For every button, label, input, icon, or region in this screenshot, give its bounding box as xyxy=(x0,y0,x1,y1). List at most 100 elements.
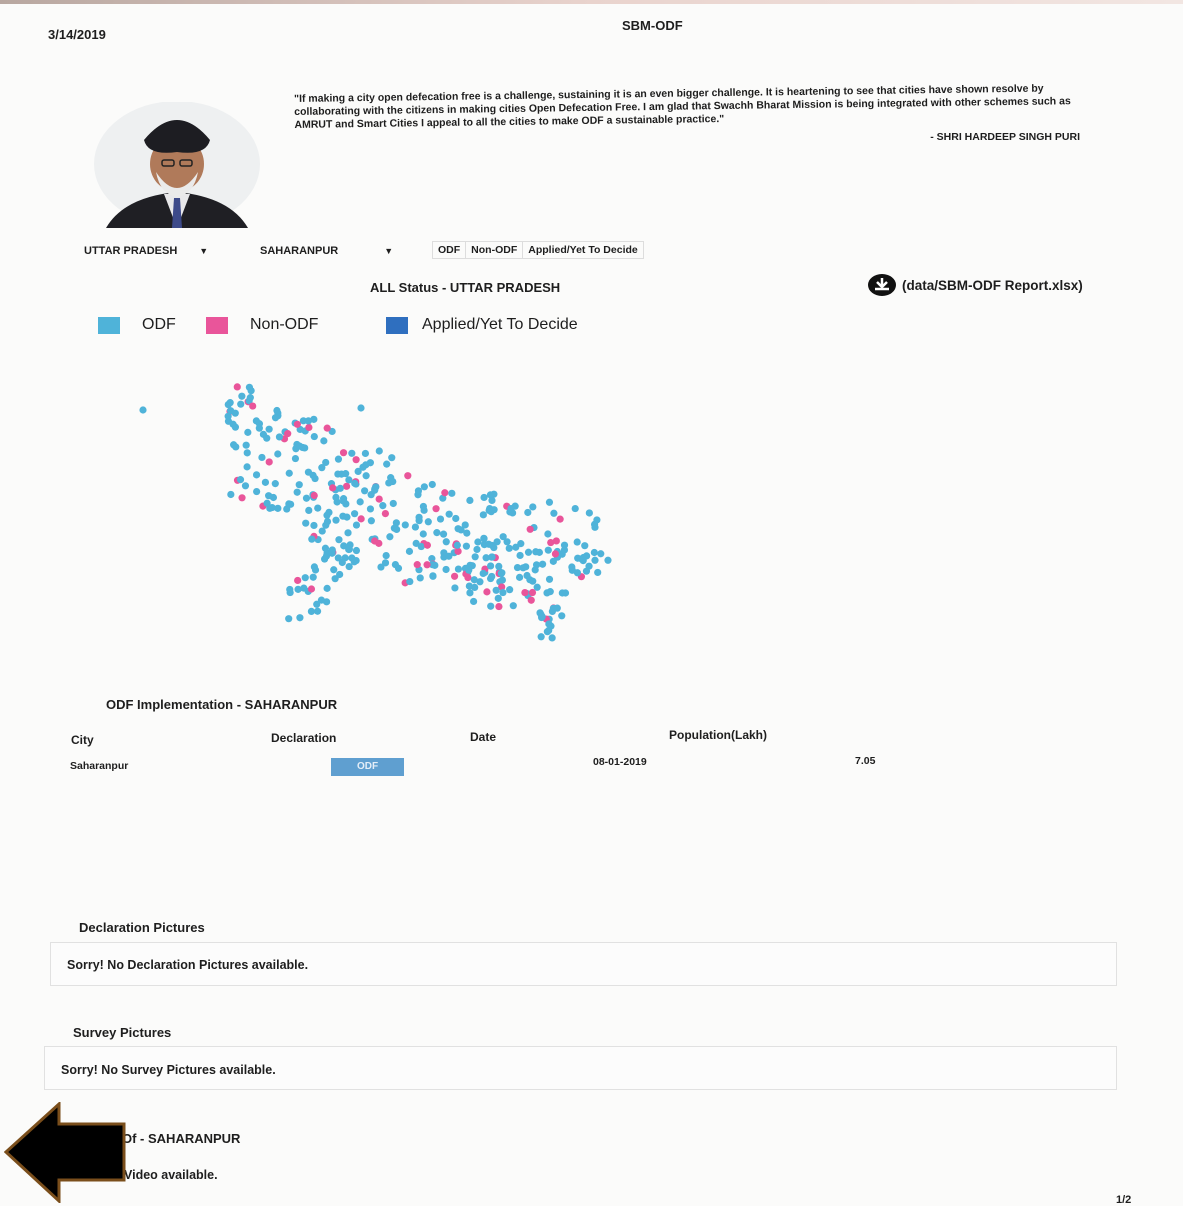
city-marker[interactable] xyxy=(442,538,450,546)
city-marker[interactable] xyxy=(546,588,554,596)
city-marker[interactable] xyxy=(441,489,449,497)
city-marker[interactable] xyxy=(461,521,469,529)
city-marker[interactable] xyxy=(547,538,555,547)
city-marker[interactable] xyxy=(471,583,479,592)
city-marker[interactable] xyxy=(448,489,456,497)
city-marker[interactable] xyxy=(226,399,234,407)
city-marker[interactable] xyxy=(313,607,322,615)
city-marker[interactable] xyxy=(503,538,511,546)
city-marker[interactable] xyxy=(414,487,423,495)
city-marker[interactable] xyxy=(366,459,374,467)
city-marker[interactable] xyxy=(237,400,245,408)
city-marker[interactable] xyxy=(487,602,495,610)
city-marker[interactable] xyxy=(521,588,529,597)
city-marker[interactable] xyxy=(300,584,308,592)
city-marker[interactable] xyxy=(473,545,481,554)
city-marker[interactable] xyxy=(334,554,342,562)
city-marker[interactable] xyxy=(291,454,300,463)
city-marker[interactable] xyxy=(227,490,235,499)
city-marker[interactable] xyxy=(351,479,359,487)
city-marker[interactable] xyxy=(450,572,459,580)
city-marker[interactable] xyxy=(325,508,333,516)
city-marker[interactable] xyxy=(263,434,271,442)
city-marker[interactable] xyxy=(526,525,534,533)
city-marker[interactable] xyxy=(308,535,316,543)
city-marker[interactable] xyxy=(310,491,318,500)
city-marker[interactable] xyxy=(231,423,240,431)
city-marker[interactable] xyxy=(379,502,387,510)
city-marker[interactable] xyxy=(305,423,313,431)
city-marker[interactable] xyxy=(544,530,552,538)
city-marker[interactable] xyxy=(336,484,344,492)
city-marker[interactable] xyxy=(556,515,564,523)
city-marker[interactable] xyxy=(382,551,390,560)
back-arrow-icon[interactable] xyxy=(4,1102,126,1203)
city-marker[interactable] xyxy=(591,556,599,564)
city-marker[interactable] xyxy=(553,604,561,612)
city-marker[interactable] xyxy=(440,549,448,557)
city-marker[interactable] xyxy=(432,505,440,513)
city-marker[interactable] xyxy=(339,449,348,457)
city-marker[interactable] xyxy=(550,509,558,517)
city-marker[interactable] xyxy=(310,432,318,441)
download-report-link[interactable]: (data/SBM-ODF Report.xlsx) xyxy=(868,274,1083,296)
city-marker[interactable] xyxy=(253,487,261,496)
city-marker[interactable] xyxy=(273,406,281,415)
city-marker[interactable] xyxy=(420,483,428,491)
city-marker[interactable] xyxy=(296,614,304,622)
city-marker[interactable] xyxy=(344,529,352,537)
city-marker[interactable] xyxy=(585,509,593,517)
city-marker[interactable] xyxy=(433,529,441,537)
city-marker[interactable] xyxy=(242,441,250,449)
city-marker[interactable] xyxy=(471,553,479,561)
city-marker[interactable] xyxy=(451,584,459,592)
city-marker[interactable] xyxy=(293,488,301,496)
city-marker[interactable] xyxy=(318,464,326,472)
city-marker[interactable] xyxy=(354,467,362,475)
city-marker[interactable] xyxy=(454,565,463,573)
city-marker[interactable] xyxy=(265,458,273,466)
city-marker[interactable] xyxy=(423,541,431,549)
city-marker[interactable] xyxy=(593,516,601,524)
city-marker[interactable] xyxy=(361,449,370,458)
city-marker[interactable] xyxy=(415,513,423,521)
city-marker[interactable] xyxy=(479,511,487,519)
city-marker[interactable] xyxy=(343,513,351,521)
city-marker[interactable] xyxy=(465,566,473,574)
city-marker[interactable] xyxy=(302,494,311,502)
city-marker[interactable] xyxy=(483,588,491,596)
city-marker[interactable] xyxy=(551,550,560,558)
city-marker[interactable] xyxy=(548,634,556,642)
city-marker[interactable] xyxy=(357,515,365,523)
city-marker[interactable] xyxy=(506,586,514,594)
city-marker[interactable] xyxy=(243,463,251,471)
city-marker[interactable] xyxy=(271,414,280,422)
city-marker[interactable] xyxy=(436,515,445,523)
city-marker[interactable] xyxy=(517,540,525,548)
city-marker[interactable] xyxy=(284,430,292,438)
city-marker[interactable] xyxy=(466,589,474,597)
city-marker[interactable] xyxy=(532,548,540,556)
city-marker[interactable] xyxy=(233,383,241,391)
city-marker[interactable] xyxy=(389,499,397,508)
city-marker[interactable] xyxy=(545,575,554,583)
city-marker[interactable] xyxy=(274,450,282,458)
city-marker[interactable] xyxy=(328,549,336,557)
city-marker[interactable] xyxy=(352,456,360,464)
city-marker[interactable] xyxy=(524,548,533,556)
city-marker[interactable] xyxy=(549,557,557,565)
city-marker[interactable] xyxy=(383,460,391,468)
city-marker[interactable] xyxy=(307,585,316,593)
city-marker[interactable] xyxy=(486,574,495,583)
city-marker[interactable] xyxy=(439,530,448,538)
city-marker[interactable] xyxy=(470,597,478,606)
city-marker[interactable] xyxy=(416,574,424,582)
city-marker[interactable] xyxy=(258,453,266,462)
city-marker[interactable] xyxy=(271,480,279,488)
city-marker[interactable] xyxy=(318,527,326,535)
city-marker[interactable] xyxy=(377,563,385,571)
city-marker[interactable] xyxy=(385,479,393,487)
city-marker[interactable] xyxy=(474,538,482,546)
city-marker[interactable] xyxy=(265,492,273,500)
city-marker[interactable] xyxy=(295,481,303,489)
